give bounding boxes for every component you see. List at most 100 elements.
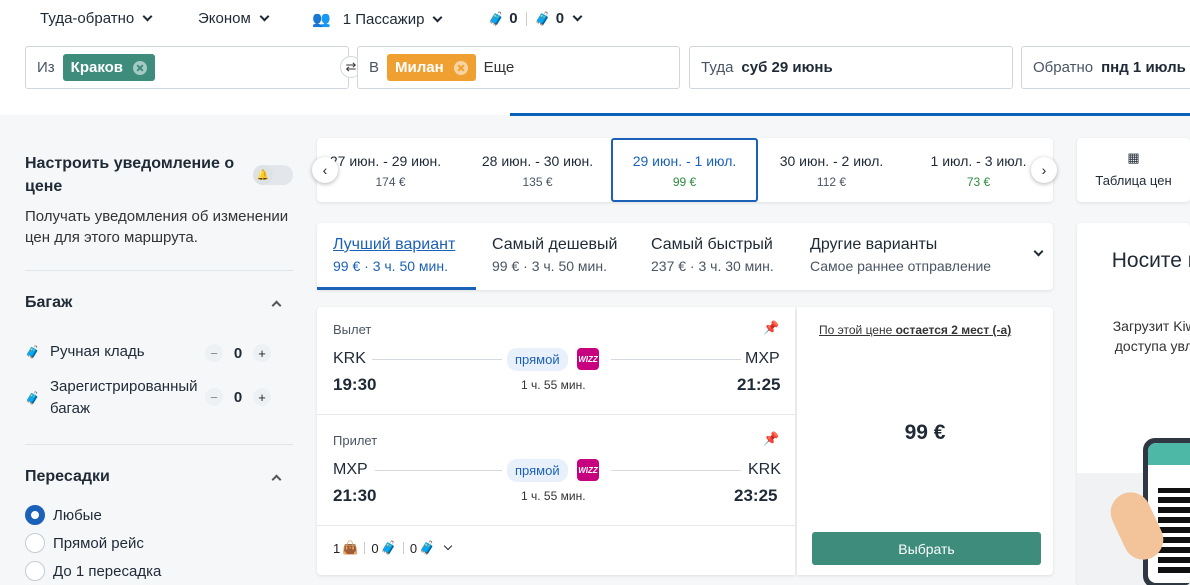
chevron-right-icon[interactable]: › bbox=[1031, 157, 1057, 183]
depart-date-field[interactable]: Туда суб 29 июнь bbox=[689, 46, 1013, 89]
passengers-select[interactable]: 👥 1 Пассажир bbox=[312, 10, 443, 28]
date-card-price: 99 € bbox=[672, 175, 697, 189]
tab-subtitle: 237 € · 3 ч. 30 мин. bbox=[651, 258, 774, 274]
return-date-field[interactable]: Обратно пнд 1 июль bbox=[1021, 46, 1190, 89]
date-card[interactable]: 27 июн. - 29 июн. 174 € bbox=[317, 138, 464, 202]
tab-other[interactable]: Другие варианты Самое раннее отправление bbox=[810, 236, 991, 274]
trip-type-label: Туда-обратно bbox=[40, 10, 135, 27]
inbound-arrival-time: 23:25 bbox=[734, 486, 778, 505]
chevron-down-icon bbox=[444, 541, 453, 551]
bags-select[interactable]: 🧳 0 🧳 0 bbox=[488, 10, 583, 27]
price-alert-toggle[interactable]: 🔔 bbox=[253, 165, 293, 185]
wizz-air-logo: WIZZ bbox=[577, 459, 599, 481]
pin-icon[interactable]: 📌 bbox=[763, 320, 779, 336]
price-alert-description: Получать уведомления об изменении цен дл… bbox=[25, 208, 289, 246]
chevron-down-icon bbox=[259, 11, 270, 22]
depart-date-value: суб 29 июнь bbox=[741, 59, 833, 76]
price-alert-title: Настроить уведомление о цене bbox=[25, 155, 235, 195]
personal-item-count: 1 bbox=[333, 540, 341, 556]
radio-button[interactable] bbox=[25, 561, 45, 581]
active-tab-indicator bbox=[317, 287, 476, 290]
tab-fastest[interactable]: Самый быстрый 237 € · 3 ч. 30 мин. bbox=[651, 236, 774, 274]
divider bbox=[25, 270, 293, 271]
stops-option-label: Прямой рейс bbox=[53, 534, 144, 552]
tab-title: Лучший вариант bbox=[333, 236, 456, 253]
date-card[interactable]: 30 июн. - 2 июл. 112 € bbox=[758, 138, 905, 202]
inbound-label: Прилет bbox=[333, 433, 378, 448]
checked-bag-icon: 🧳 bbox=[25, 391, 40, 405]
chevron-left-icon[interactable]: ‹ bbox=[312, 157, 338, 183]
return-date-value: пнд 1 июль bbox=[1101, 59, 1186, 76]
tab-cheapest[interactable]: Самый дешевый 99 € · 3 ч. 50 мин. bbox=[492, 236, 617, 274]
stops-option-any[interactable]: Любые bbox=[25, 505, 102, 525]
to-label: В bbox=[369, 59, 380, 76]
remove-icon[interactable] bbox=[133, 60, 148, 75]
seats-left-prefix: По этой цене bbox=[819, 323, 896, 337]
cabin-bag-count: 0 bbox=[233, 344, 243, 362]
trip-type-select[interactable]: Туда-обратно bbox=[40, 10, 153, 27]
radio-button[interactable] bbox=[25, 533, 45, 553]
decrement-button[interactable]: − bbox=[205, 388, 223, 406]
divider bbox=[25, 444, 293, 445]
date-card-dates: 27 июн. - 29 июн. bbox=[329, 153, 442, 169]
tab-best[interactable]: Лучший вариант 99 € · 3 ч. 50 мин. bbox=[333, 236, 455, 274]
personal-item-icon: 👜 bbox=[342, 540, 359, 555]
phone-screen bbox=[1148, 443, 1190, 583]
stops-option-label: До 1 пересадка bbox=[53, 562, 162, 580]
route-line bbox=[372, 359, 502, 360]
decrement-button[interactable]: − bbox=[205, 344, 223, 362]
flight-result-card[interactable]: Вылет 📌 KRK прямой WIZZ MXP 19:30 1 ч. 5… bbox=[317, 307, 795, 575]
increment-button[interactable]: + bbox=[253, 388, 271, 406]
from-field[interactable]: Из Краков bbox=[25, 46, 349, 89]
baggage-summary[interactable]: 1 👜 0 🧳 0 🧳 bbox=[333, 540, 453, 556]
chevron-up-icon[interactable] bbox=[271, 474, 282, 485]
increment-button[interactable]: + bbox=[253, 344, 271, 362]
date-card-price: 73 € bbox=[966, 175, 991, 189]
depart-label: Туда bbox=[701, 59, 734, 76]
radio-button[interactable] bbox=[25, 505, 45, 525]
flight-price: 99 € bbox=[904, 421, 946, 444]
stops-option-one-stop[interactable]: До 1 пересадка bbox=[25, 561, 161, 581]
to-more-input[interactable]: Еще bbox=[484, 59, 515, 76]
tab-title: Самый дешевый bbox=[492, 236, 618, 253]
return-label: Обратно bbox=[1033, 59, 1094, 76]
stops-option-direct[interactable]: Прямой рейс bbox=[25, 533, 144, 553]
to-city-chip[interactable]: Милан bbox=[387, 54, 476, 81]
checked-bag-icon: 🧳 bbox=[419, 540, 436, 555]
date-card-selected[interactable]: 29 июн. - 1 июл. 99 € bbox=[611, 138, 758, 202]
cabin-bag-count: 0 bbox=[371, 540, 379, 556]
seats-left-count: остается 2 мест (-а) bbox=[895, 323, 1012, 337]
chevron-down-icon[interactable] bbox=[1033, 246, 1044, 257]
pin-icon[interactable]: 📌 bbox=[763, 431, 779, 447]
tab-subtitle: 99 € · 3 ч. 50 мин. bbox=[492, 258, 607, 274]
promo-text: Загрузит Kiwi.com д доступа увлек путе bbox=[1112, 318, 1190, 354]
checked-bag-icon: 🧳 bbox=[534, 10, 551, 26]
date-card[interactable]: 28 июн. - 30 июн. 135 € bbox=[464, 138, 611, 202]
wizz-air-logo: WIZZ bbox=[577, 348, 599, 370]
divider bbox=[364, 542, 366, 554]
cabin-class-label: Эконом bbox=[198, 10, 251, 27]
select-button[interactable]: Выбрать bbox=[812, 532, 1041, 565]
date-card-dates: 29 июн. - 1 июл. bbox=[632, 153, 737, 169]
from-city-chip[interactable]: Краков bbox=[62, 54, 156, 81]
price-table-button[interactable]: ▦ Таблица цен bbox=[1077, 138, 1190, 202]
cabin-bag-icon: 🧳 bbox=[488, 10, 505, 26]
promo-title: Носите п ка bbox=[1104, 247, 1190, 274]
checked-bag-count: 0 bbox=[409, 540, 418, 556]
seats-left-notice: По этой цене остается 2 мест (-а) bbox=[819, 323, 1011, 337]
outbound-arrival-time: 21:25 bbox=[737, 375, 781, 394]
stops-title: Пересадки bbox=[25, 468, 110, 485]
remove-icon[interactable] bbox=[453, 60, 468, 75]
cabin-bag-label: Ручная кладь bbox=[49, 343, 145, 360]
cabin-class-select[interactable]: Эконом bbox=[198, 10, 270, 27]
chevron-up-icon[interactable] bbox=[271, 300, 282, 311]
divider bbox=[402, 542, 404, 554]
date-card-dates: 30 июн. - 2 июл. bbox=[779, 153, 884, 169]
cabin-bag-filter: 🧳 Ручная кладь bbox=[25, 343, 145, 360]
inbound-destination: KRK bbox=[748, 461, 781, 478]
to-field[interactable]: В Милан Еще bbox=[357, 46, 680, 89]
date-card[interactable]: 1 июл. - 3 июл. 73 € bbox=[905, 138, 1052, 202]
from-city-name: Краков bbox=[70, 59, 124, 76]
promo-title-text: Носите п ка bbox=[1111, 249, 1190, 272]
route-line bbox=[611, 359, 741, 360]
